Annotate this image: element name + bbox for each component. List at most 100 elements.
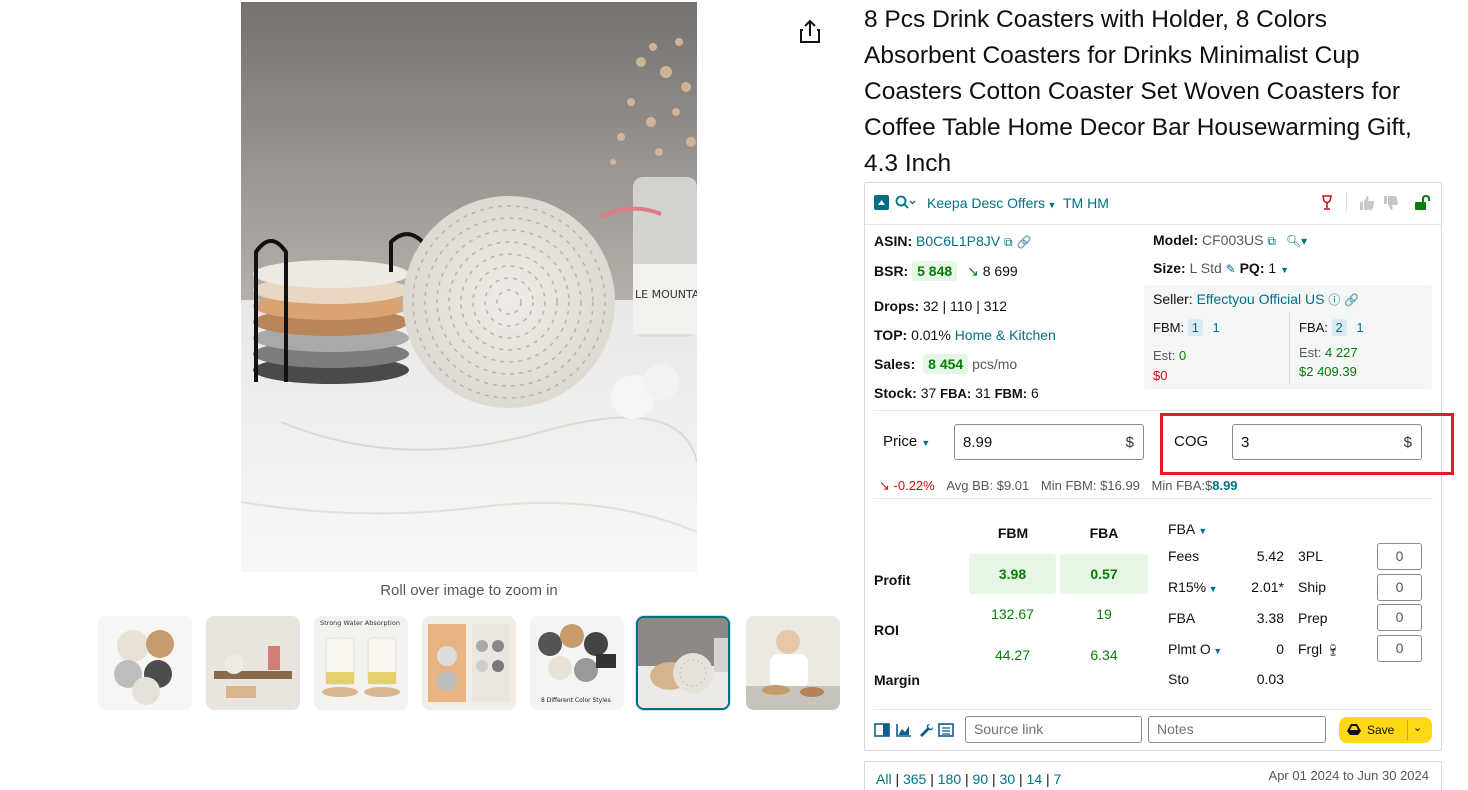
date-range-bar: All | 365 | 180 | 90 | 30 | 14 | 7 Apr 0… <box>864 761 1442 790</box>
trend-down-icon: ↘ <box>967 263 979 279</box>
referral-fee-select[interactable]: R15% ▼ <box>1168 579 1218 595</box>
alert-icon[interactable] <box>1319 195 1335 211</box>
thumbs-down-icon[interactable] <box>1383 195 1399 211</box>
frgl-input[interactable]: 0 <box>1377 635 1422 662</box>
extra-cost-frgl: Frgl 🍷︎ <box>1298 641 1341 657</box>
fbm-count-secondary[interactable]: 1 <box>1213 320 1220 335</box>
save-divider <box>1407 720 1408 740</box>
date-range-text: Apr 01 2024 to Jun 30 2024 <box>1268 768 1429 783</box>
cog-input[interactable]: 3 $ <box>1232 424 1422 460</box>
fbm-count[interactable]: 1 <box>1187 319 1203 336</box>
seller-name-link[interactable]: Effectyou Official US <box>1197 291 1325 307</box>
fee-mode-select[interactable]: FBA ▼ <box>1168 521 1207 537</box>
fba-est: Est: 4 227 <box>1299 345 1358 360</box>
chevron-down-icon: ▼ <box>1210 646 1223 656</box>
pq-value[interactable]: 1 <box>1268 260 1276 276</box>
save-label: Save <box>1367 723 1395 737</box>
range-links: All | 365 | 180 | 90 | 30 | 14 | 7 <box>876 771 1062 787</box>
thumbnail-selected[interactable] <box>636 616 730 710</box>
fba-est-value: 4 227 <box>1325 345 1358 360</box>
seller-divider <box>1289 313 1290 385</box>
stock-fba-value: 31 <box>975 385 991 401</box>
save-button[interactable]: Save ⌄ <box>1339 717 1432 743</box>
sidebar-toggle-icon[interactable] <box>874 723 890 740</box>
range-365[interactable]: 365 <box>903 771 926 787</box>
range-30[interactable]: 30 <box>1000 771 1016 787</box>
range-180[interactable]: 180 <box>938 771 961 787</box>
tm-hm-link[interactable]: TM HM <box>1063 195 1109 211</box>
notes-input[interactable]: Notes <box>1148 716 1326 743</box>
cog-currency: $ <box>1403 434 1412 451</box>
fbm-est-value: 0 <box>1179 348 1187 363</box>
price-change: -0.22% <box>893 478 935 493</box>
wrench-icon[interactable] <box>918 723 934 740</box>
roi-fba: 19 <box>1096 606 1112 622</box>
sales-value: 8 454 <box>923 354 969 374</box>
chart-icon[interactable] <box>896 723 912 740</box>
fee-value: 0 <box>1276 641 1284 657</box>
min-fba-value[interactable]: 8.99 <box>1212 478 1237 493</box>
margin-fbm: 44.27 <box>994 647 1031 663</box>
model-row: Model: CF003US ⧉ 🔍︎▾ <box>1153 232 1307 249</box>
chevron-down-icon: ▼ <box>1045 200 1057 210</box>
thumbnail[interactable] <box>746 616 840 710</box>
ship-input[interactable]: 0 <box>1377 574 1422 601</box>
seller-label: Seller: <box>1153 291 1193 307</box>
fee-label: FBA <box>1168 610 1196 626</box>
fee-value: 5.42 <box>1256 548 1284 564</box>
link-icon[interactable]: 🔗 <box>1016 235 1031 249</box>
price-mode-select[interactable]: Price ▼ <box>883 433 930 450</box>
fee-label: Fees <box>1168 548 1200 564</box>
min-fba-label: Min FBA: <box>1151 478 1205 493</box>
thumbnail[interactable] <box>206 616 300 710</box>
thumbnail[interactable]: Strong Water Absorption <box>314 616 408 710</box>
chevron-down-icon: ▼ <box>1206 584 1218 594</box>
main-product-image[interactable]: LE MOUNTAIN <box>241 2 697 572</box>
size-row: Size: L Std ✎ PQ: 1 ▼ <box>1153 260 1289 276</box>
price-input[interactable]: 8.99 $ <box>954 424 1144 460</box>
info-icon[interactable]: ⓘ <box>1328 293 1340 307</box>
prep-input[interactable]: 0 <box>1377 604 1422 631</box>
asin-value[interactable]: B0C6L1P8JV <box>916 233 1000 249</box>
fba-count[interactable]: 2 <box>1331 319 1347 336</box>
top-category-link[interactable]: Home & Kitchen <box>955 327 1056 343</box>
chevron-down-icon[interactable]: ⌄ <box>1413 721 1422 734</box>
source-link-input[interactable]: Source link <box>965 716 1142 743</box>
range-all[interactable]: All <box>876 771 892 787</box>
seller-box: Seller: Effectyou Official US ⓘ 🔗 FBM: 1… <box>1144 285 1432 389</box>
vase-label: LE MOUNTAIN <box>635 288 697 301</box>
thumbs-up-icon[interactable] <box>1359 195 1375 211</box>
fba-count-secondary[interactable]: 1 <box>1356 320 1363 335</box>
fee-label: Sto <box>1168 671 1190 687</box>
range-14[interactable]: 14 <box>1027 771 1043 787</box>
collapse-icon[interactable] <box>874 195 890 211</box>
copy-icon[interactable]: ⧉ <box>1267 234 1276 248</box>
thumbnail[interactable] <box>422 616 516 710</box>
thumbnail[interactable] <box>98 616 192 710</box>
search-icon[interactable]: 🔍︎▾ <box>1286 234 1307 248</box>
size-value: L Std <box>1189 260 1222 276</box>
keepa-offers-menu[interactable]: Keepa Desc Offers ▼ <box>927 195 1056 211</box>
thumbnail[interactable]: 8 Different Color Styles <box>530 616 624 710</box>
placement-fee-select[interactable]: Plmt O ▼ <box>1168 641 1222 657</box>
toolbar-divider <box>1346 193 1347 211</box>
chevron-down-icon[interactable]: ▼ <box>1280 265 1289 275</box>
unlock-icon[interactable] <box>1414 194 1430 211</box>
chevron-down-icon: ▼ <box>921 438 931 448</box>
margin-label: Margin <box>874 672 920 688</box>
link-icon[interactable]: 🔗 <box>1344 293 1359 307</box>
3pl-input[interactable]: 0 <box>1377 543 1422 570</box>
share-icon[interactable] <box>797 18 823 46</box>
fba-est-label: Est: <box>1299 345 1322 360</box>
fbm-est-label: Est: <box>1153 348 1176 363</box>
edit-icon[interactable]: ✎ <box>1226 262 1236 276</box>
range-7[interactable]: 7 <box>1054 771 1062 787</box>
product-title: 8 Pcs Drink Coasters with Holder, 8 Colo… <box>864 6 1412 177</box>
fbm-est-money: $0 <box>1153 368 1168 383</box>
fee-label: Plmt O <box>1168 641 1211 657</box>
asin-row: ASIN: B0C6L1P8JV ⧉ 🔗 <box>874 233 1031 250</box>
list-icon[interactable] <box>938 723 954 740</box>
range-90[interactable]: 90 <box>973 771 989 787</box>
copy-icon[interactable]: ⧉ <box>1004 235 1013 249</box>
search-icon[interactable] <box>895 195 917 211</box>
